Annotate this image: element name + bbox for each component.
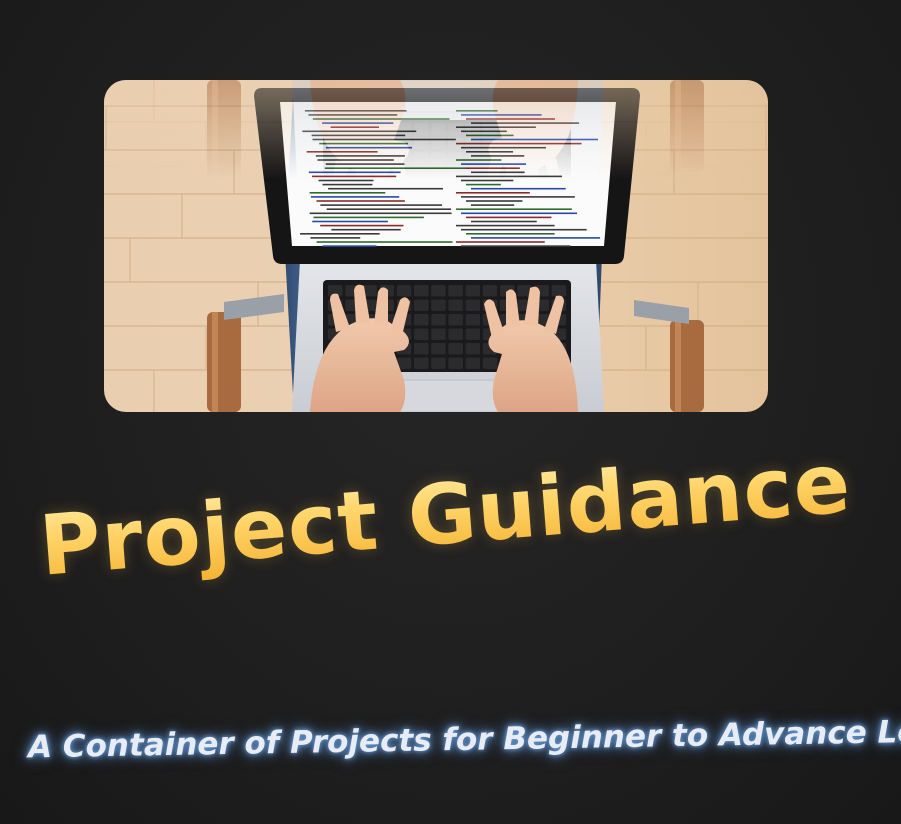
- page-subtitle: A Container of Projects for Beginner to …: [27, 712, 901, 766]
- reflection-illustration: [104, 80, 768, 412]
- laptop-photo-reflection: [104, 80, 768, 412]
- poster: Project Guidance A Container of Projects…: [0, 0, 901, 824]
- page-title: Project Guidance: [36, 433, 871, 594]
